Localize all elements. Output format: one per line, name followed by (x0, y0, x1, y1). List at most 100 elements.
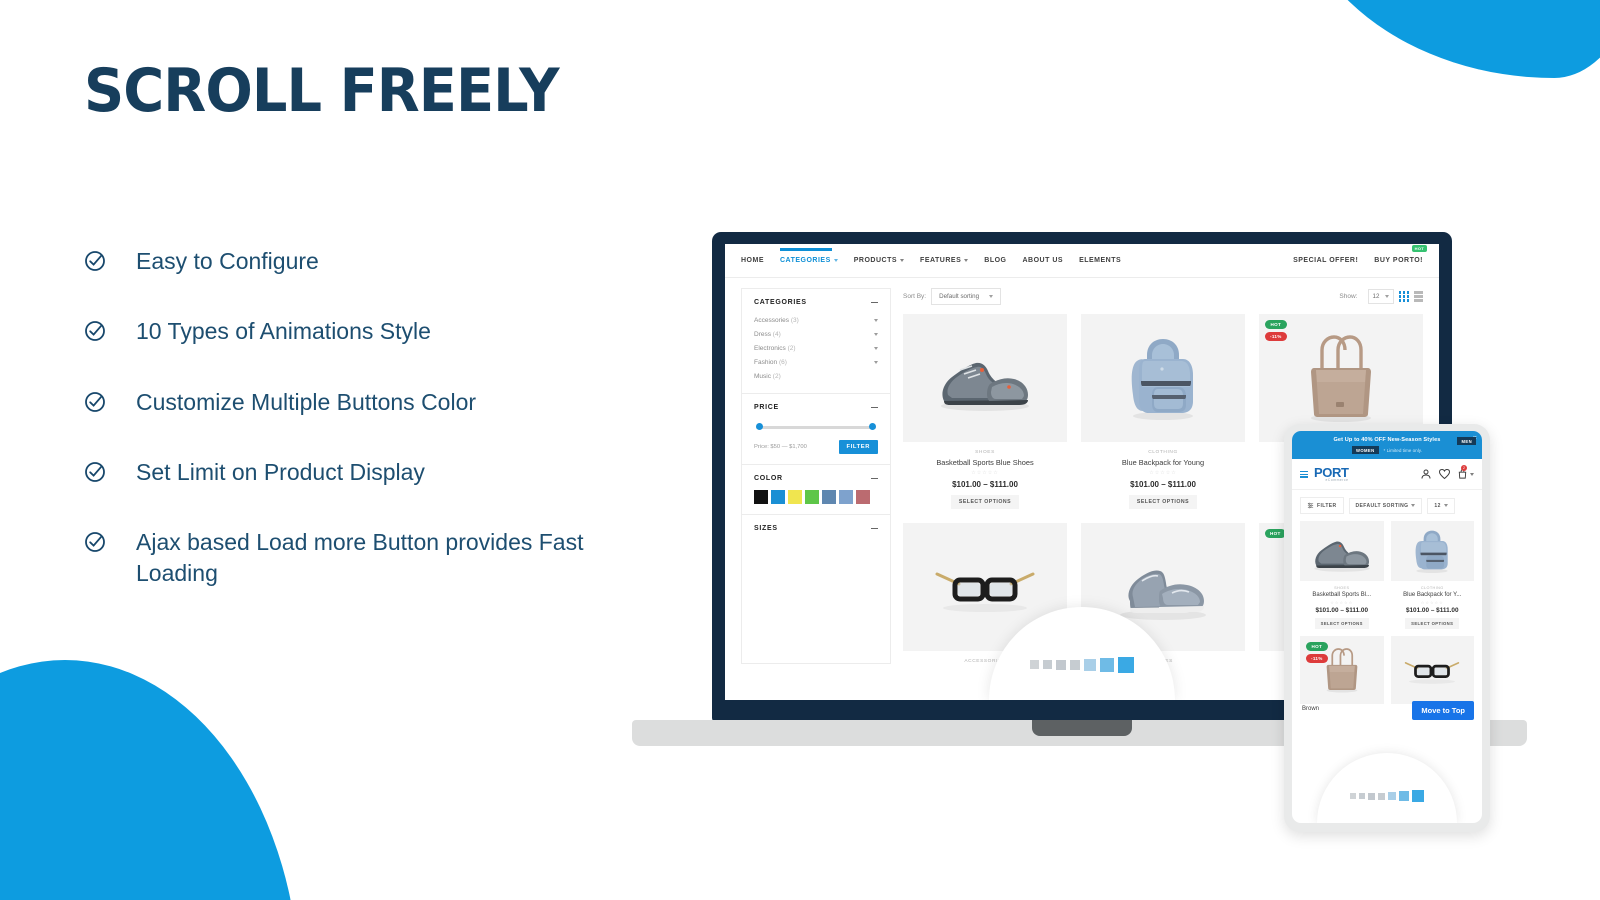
filter-block-header[interactable]: COLOR (754, 475, 878, 482)
filter-block-header[interactable]: SIZES (754, 525, 878, 532)
promo-note: * Limited time only. (1383, 447, 1422, 453)
product-title[interactable]: Blue Backpack for Y... (1391, 592, 1475, 598)
loader-square (1399, 791, 1409, 801)
mobile-sort-select[interactable]: DEFAULT SORTING (1348, 497, 1423, 514)
color-swatch[interactable] (856, 490, 870, 504)
site-logo[interactable]: PORT eCommerce (1314, 466, 1349, 482)
product-image[interactable] (1300, 521, 1384, 582)
status-badge: HOT (1306, 642, 1328, 652)
chevron-down-icon[interactable] (1470, 472, 1474, 476)
chevron-down-icon[interactable] (874, 318, 878, 322)
nav-item-special-offer[interactable]: SPECIAL OFFER! (1293, 257, 1358, 264)
grid-view-icon[interactable] (1398, 291, 1409, 302)
filter-block-sizes: SIZES (742, 515, 890, 542)
select-options-button[interactable]: SELECT OPTIONS (950, 495, 1020, 509)
hamburger-menu-icon[interactable] (1300, 470, 1308, 478)
minus-icon[interactable] (871, 527, 878, 530)
minus-icon[interactable] (871, 301, 878, 304)
filter-block-header[interactable]: PRICE (754, 404, 878, 411)
user-icon[interactable] (1420, 468, 1432, 480)
show-count-select[interactable]: 12 (1367, 289, 1394, 304)
rating-stars: ☆☆☆☆☆ (971, 470, 999, 476)
product-card[interactable]: CLOTHING Blue Backpack for Young ☆☆☆☆☆ $… (1081, 314, 1245, 509)
slider-handle-max[interactable] (869, 423, 876, 430)
list-view-icon[interactable] (1414, 291, 1423, 302)
filter-title: CATEGORIES (754, 299, 807, 306)
product-image[interactable] (1081, 314, 1245, 442)
nav-item-products[interactable]: PRODUCTS (854, 257, 905, 264)
nav-item-elements[interactable]: ELEMENTS (1079, 257, 1121, 264)
product-card[interactable]: HOT -11% Brown (1300, 636, 1384, 712)
status-badge: HOT (1265, 529, 1286, 538)
product-image[interactable]: HOT -11% (1300, 636, 1384, 705)
product-title[interactable]: Blue Backpack for Young (1081, 458, 1245, 467)
nav-item-categories[interactable]: CATEGORIES (780, 257, 838, 264)
product-image[interactable] (1390, 636, 1474, 705)
product-category: SHOES (975, 450, 995, 455)
rating-stars: ☆☆☆☆☆ (1330, 600, 1354, 606)
select-options-button[interactable]: SELECT OPTIONS (1128, 495, 1198, 509)
product-card[interactable]: SHOES Basketball Sports Bl... ☆☆☆☆☆ $101… (1300, 521, 1384, 630)
list-item[interactable]: Dress (4) (754, 327, 878, 341)
filter-button[interactable]: FILTER (1300, 497, 1344, 515)
check-circle-icon (84, 531, 106, 553)
select-options-button[interactable]: SELECT OPTIONS (1405, 618, 1460, 630)
navbar-secondary-links: SPECIAL OFFER! BUY PORTO! HOT (1293, 245, 1427, 264)
product-card[interactable]: SHOES Basketball Sports Blue Shoes ☆☆☆☆☆… (903, 314, 1067, 509)
nav-label: BUY PORTO! (1374, 257, 1423, 264)
filter-title: SIZES (754, 525, 778, 532)
category-name: Dress (754, 330, 771, 338)
nav-label: ABOUT US (1022, 257, 1064, 264)
chevron-down-icon[interactable] (874, 346, 878, 350)
heart-icon[interactable] (1438, 468, 1451, 480)
category-count: (2) (772, 372, 781, 380)
color-swatch[interactable] (788, 490, 802, 504)
price-range-slider[interactable] (756, 423, 876, 431)
laptop-hinge-notch (1032, 720, 1132, 736)
color-swatch[interactable] (839, 490, 853, 504)
product-title[interactable]: Basketball Sports Blue Shoes (903, 458, 1067, 467)
color-swatch[interactable] (754, 490, 768, 504)
product-badge-list: HOT -11% (1265, 320, 1287, 341)
nav-item-features[interactable]: FEATURES (920, 257, 969, 264)
nav-item-buy-porto[interactable]: BUY PORTO! HOT (1374, 245, 1427, 264)
filter-block-price: PRICE Price: $50 — $1,700 FILTER (742, 394, 890, 465)
category-count: (2) (787, 344, 796, 352)
product-price: $101.00 – $111.00 (1130, 480, 1196, 489)
mobile-header: PORT eCommerce 2 (1292, 459, 1482, 491)
color-swatch[interactable] (805, 490, 819, 504)
sort-by-select[interactable]: Default sorting (931, 288, 1002, 305)
mobile-show-count-select[interactable]: 12 (1427, 497, 1455, 514)
product-image[interactable] (903, 314, 1067, 442)
slider-handle-min[interactable] (756, 423, 763, 430)
minus-icon[interactable] (871, 406, 878, 409)
product-title[interactable]: Brown (1300, 706, 1384, 712)
color-swatch[interactable] (822, 490, 836, 504)
list-item[interactable]: Fashion (6) (754, 355, 878, 369)
product-category: CLOTHING (1420, 586, 1444, 591)
nav-item-blog[interactable]: BLOG (984, 257, 1006, 264)
nav-item-home[interactable]: HOME (741, 257, 764, 264)
product-image[interactable] (1390, 521, 1474, 582)
chevron-down-icon[interactable] (874, 360, 878, 364)
product-title[interactable]: Basketball Sports Bl... (1300, 592, 1384, 598)
show-value: 12 (1434, 502, 1441, 509)
filter-button[interactable]: FILTER (838, 440, 878, 454)
loader-square (1070, 659, 1080, 670)
minus-icon[interactable] (871, 477, 878, 480)
select-options-button[interactable]: SELECT OPTIONS (1314, 618, 1369, 630)
list-item[interactable]: Accessories (3) (754, 313, 878, 327)
chevron-down-icon[interactable] (874, 332, 878, 336)
move-to-top-button[interactable]: Move to Top (1412, 701, 1474, 720)
category-name: Accessories (754, 316, 790, 324)
nav-item-about-us[interactable]: ABOUT US (1023, 257, 1064, 264)
promo-men-button[interactable]: MEN (1457, 437, 1476, 445)
product-card[interactable]: CLOTHING Blue Backpack for Y... ☆☆☆☆☆ $1… (1390, 521, 1475, 630)
product-image[interactable]: HOT -11% (1259, 314, 1423, 442)
list-item[interactable]: Music (2) (754, 369, 878, 383)
color-swatch[interactable] (771, 490, 785, 504)
promo-women-button[interactable]: WOMEN (1352, 446, 1379, 454)
list-item[interactable]: Electronics (2) (754, 341, 878, 355)
filter-block-header[interactable]: CATEGORIES (754, 299, 878, 306)
product-price: $101.00 – $111.00 (1315, 607, 1369, 615)
